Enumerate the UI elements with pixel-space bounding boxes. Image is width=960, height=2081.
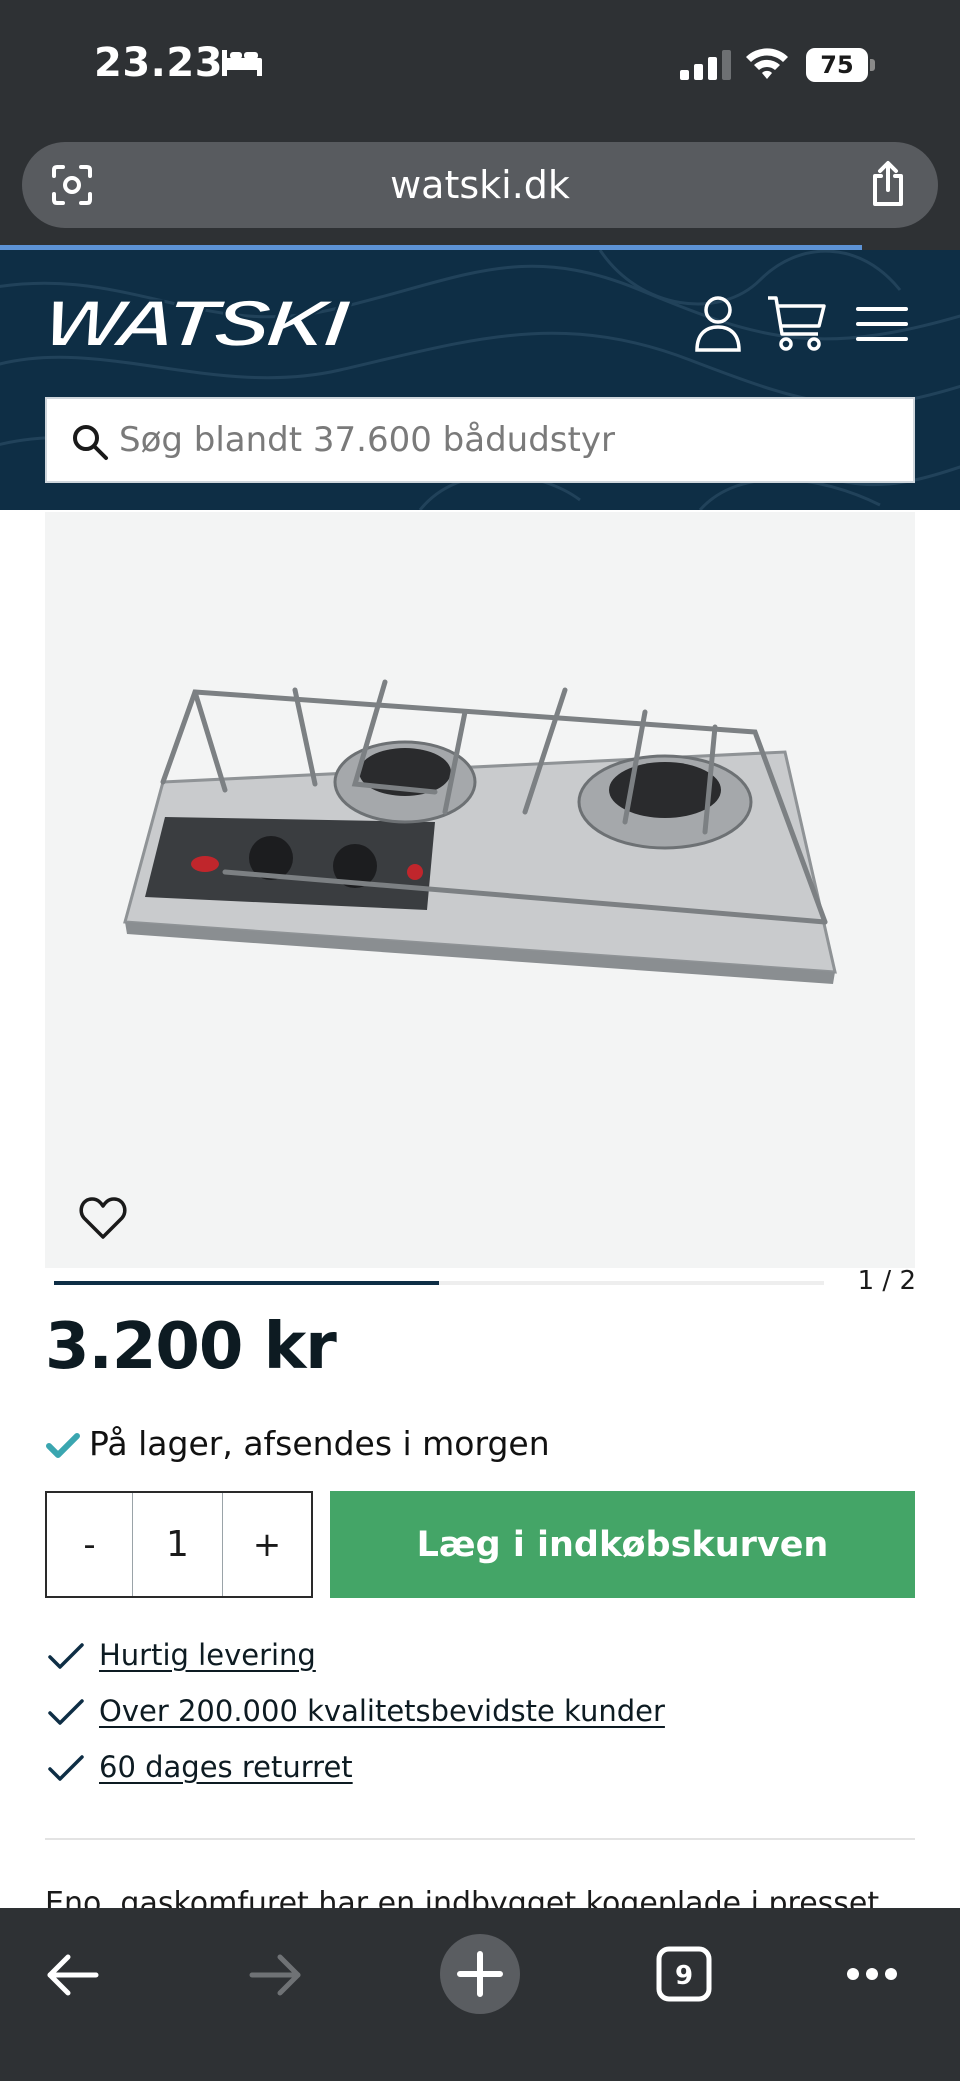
- favorite-heart-icon[interactable]: [79, 1196, 127, 1244]
- logo-text: WATSKI: [44, 287, 354, 360]
- product-price: 3.200 kr: [45, 1310, 337, 1384]
- status-bar: 23.23 75: [0, 0, 960, 132]
- usp-link[interactable]: 60 dages returret: [99, 1750, 353, 1784]
- search-input[interactable]: [119, 399, 899, 481]
- share-icon[interactable]: [868, 160, 908, 212]
- quantity-input[interactable]: 1: [133, 1493, 223, 1596]
- tab-count: 9: [675, 1961, 693, 1991]
- carousel-progress-fill: [54, 1281, 439, 1285]
- check-icon: [45, 1432, 81, 1464]
- wifi-icon: [744, 46, 790, 84]
- divider: [45, 1838, 915, 1840]
- quantity-decrease-button[interactable]: -: [47, 1493, 133, 1596]
- forward-arrow-icon[interactable]: [248, 1952, 304, 2002]
- usp-item[interactable]: 60 dages returret: [45, 1748, 915, 1792]
- search-bar[interactable]: [45, 397, 915, 483]
- watski-logo[interactable]: WATSKI: [44, 286, 354, 360]
- new-tab-plus-icon[interactable]: [440, 1934, 520, 2018]
- quantity-increase-button[interactable]: +: [223, 1493, 311, 1596]
- quantity-stepper: - 1 +: [45, 1491, 313, 1598]
- check-icon: [47, 1754, 85, 1788]
- url-text[interactable]: watski.dk: [22, 142, 938, 228]
- site-header: WATSKI: [0, 250, 960, 510]
- usp-item[interactable]: Over 200.000 kvalitetsbevidste kunder: [45, 1692, 915, 1736]
- battery-level: 75: [806, 48, 868, 82]
- usp-link[interactable]: Hurtig levering: [99, 1638, 316, 1672]
- image-counter: 1 / 2: [857, 1266, 916, 1296]
- product-description: Eno, gaskomfuret har en indbygget kogepl…: [45, 1886, 880, 1908]
- add-to-cart-button[interactable]: Læg i indkøbskurven: [330, 1491, 915, 1598]
- search-icon[interactable]: [71, 423, 109, 465]
- check-icon: [47, 1698, 85, 1732]
- cart-icon[interactable]: [766, 294, 828, 356]
- browser-url-area: watski.dk: [0, 132, 960, 248]
- battery-icon: 75: [806, 48, 875, 82]
- tabs-icon[interactable]: 9: [656, 1946, 712, 2006]
- signal-icon: [680, 50, 732, 84]
- usp-item[interactable]: Hurtig levering: [45, 1636, 915, 1680]
- account-icon[interactable]: [694, 294, 742, 356]
- back-arrow-icon[interactable]: [44, 1952, 100, 2002]
- more-icon[interactable]: [846, 1966, 898, 1985]
- stock-text: På lager, afsendes i morgen: [89, 1424, 550, 1463]
- carousel-progress: [54, 1281, 824, 1285]
- url-bar[interactable]: watski.dk: [22, 142, 938, 228]
- menu-icon[interactable]: [856, 306, 908, 346]
- product-image-carousel[interactable]: [45, 512, 915, 1268]
- check-icon: [47, 1642, 85, 1676]
- status-time: 23.23: [94, 40, 224, 86]
- browser-toolbar: 9: [0, 1908, 960, 2081]
- usp-link[interactable]: Over 200.000 kvalitetsbevidste kunder: [99, 1694, 665, 1728]
- bed-icon: [220, 48, 264, 82]
- product-image: [123, 679, 837, 984]
